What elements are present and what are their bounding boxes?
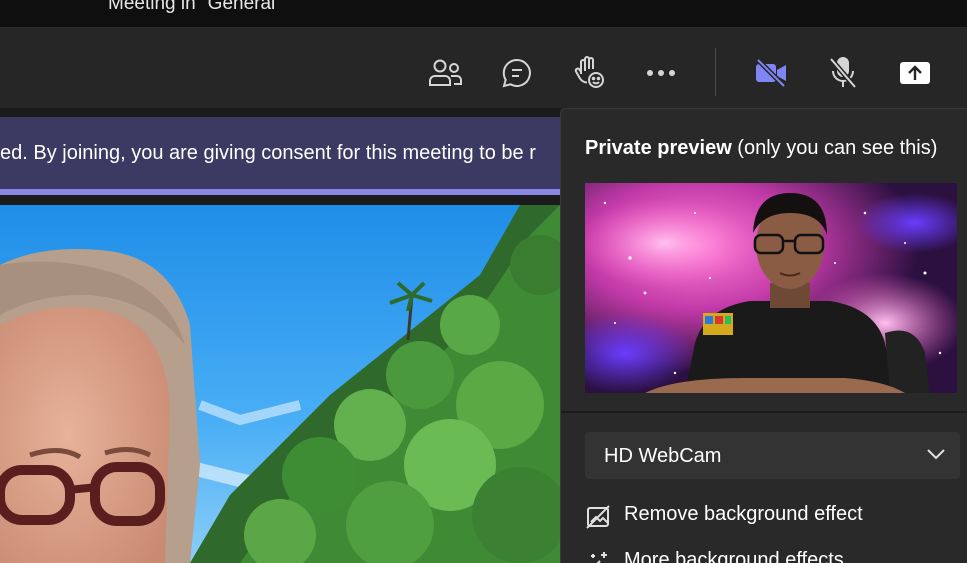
private-preview-heading: Private preview (only you can see this): [585, 137, 937, 160]
share-icon: [900, 62, 930, 84]
chat-button[interactable]: [496, 52, 538, 94]
camera-off-icon: [756, 58, 786, 88]
chat-icon: [502, 58, 531, 88]
chevron-down-icon: [927, 449, 945, 460]
meeting-stage: ed. By joining, you are giving consent f…: [0, 108, 560, 563]
sparkle-icon: [591, 552, 607, 563]
remove-background-label: Remove background effect: [624, 503, 863, 525]
mic-button[interactable]: [822, 52, 864, 94]
participant-video: [0, 205, 560, 563]
meeting-toolbar: [0, 28, 967, 108]
more-button[interactable]: [640, 52, 682, 94]
more-background-label: More background effects: [624, 549, 844, 563]
react-button[interactable]: [568, 52, 610, 94]
title-bar: Meeting in "General": [0, 0, 967, 28]
preview-heading-bold: Private preview: [585, 137, 732, 159]
share-button[interactable]: [894, 52, 936, 94]
people-icon: [429, 59, 462, 86]
remove-background-effect-option[interactable]: Remove background effect: [585, 501, 955, 531]
background-settings-panel: Private preview (only you can see this): [560, 108, 967, 563]
raise-hand-icon: [574, 56, 604, 88]
meeting-window: Meeting in "General" ed. By joining, you…: [0, 0, 967, 563]
no-background-icon: [586, 505, 610, 529]
camera-button[interactable]: [750, 52, 792, 94]
panel-divider: [561, 411, 967, 413]
banner-text: ed. By joining, you are giving consent f…: [0, 142, 536, 164]
more-background-effects-option[interactable]: More background effects: [585, 547, 955, 563]
participants-button[interactable]: [424, 52, 466, 94]
preview-heading-rest: (only you can see this): [731, 137, 938, 159]
toolbar-divider: [715, 48, 716, 96]
window-title: Meeting in "General": [108, 0, 283, 14]
camera-device-value: HD WebCam: [604, 445, 722, 467]
recording-consent-banner: ed. By joining, you are giving consent f…: [0, 117, 560, 195]
more-icon: [647, 70, 675, 76]
camera-device-select[interactable]: HD WebCam: [585, 432, 960, 479]
mic-off-icon: [829, 57, 857, 89]
self-video-preview: [585, 183, 957, 393]
